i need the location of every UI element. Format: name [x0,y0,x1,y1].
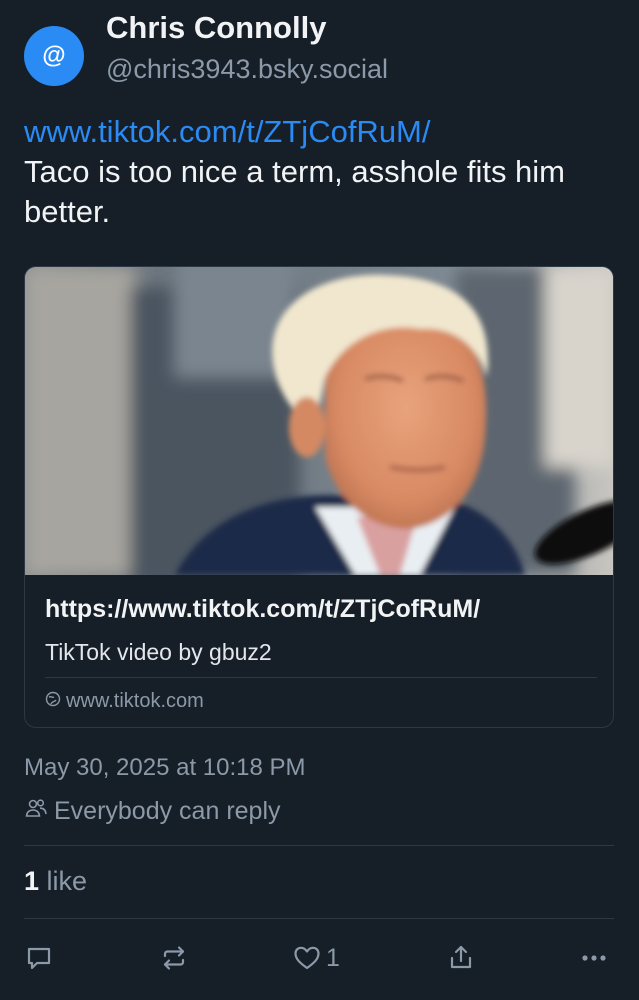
link-preview-card[interactable]: https://www.tiktok.com/t/ZTjCofRuM/ TikT… [24,266,614,728]
card-divider [45,677,597,678]
like-button[interactable]: 1 [292,936,340,980]
reply-button[interactable] [24,936,54,980]
at-sign-icon: @ [42,42,66,69]
divider [24,918,614,919]
share-icon [446,943,476,973]
more-options-button[interactable] [579,936,609,980]
post-body: Taco is too nice a term, asshole fits hi… [24,154,566,229]
divider [24,845,614,846]
reply-setting[interactable]: Everybody can reply [24,797,281,826]
likes-summary[interactable]: 1 like [24,866,87,897]
post-actions-bar: 1 [24,936,614,980]
like-label: like [46,866,88,896]
like-button-count: 1 [326,943,340,972]
heart-icon [292,943,322,973]
people-icon [24,797,48,826]
post-link[interactable]: www.tiktok.com/t/ZTjCofRuM/ [24,112,614,152]
card-description: TikTok video by gbuz2 [45,639,272,665]
post-text: www.tiktok.com/t/ZTjCofRuM/ Taco is too … [24,112,614,232]
avatar[interactable]: @ [24,26,84,86]
repost-button[interactable] [159,936,189,980]
reply-setting-label: Everybody can reply [54,797,281,825]
share-button[interactable] [446,936,476,980]
globe-icon [45,690,61,713]
author-display-name[interactable]: Chris Connolly [106,10,326,46]
post-timestamp[interactable]: May 30, 2025 at 10:18 PM [24,754,306,782]
card-thumbnail [25,267,613,575]
like-count: 1 [24,866,40,896]
reply-bubble-icon [24,943,54,973]
more-dots-icon [579,943,609,973]
card-title-url: https://www.tiktok.com/t/ZTjCofRuM/ [45,595,481,623]
repost-icon [159,943,189,973]
card-domain: www.tiktok.com [66,690,204,712]
post-header: @ Chris Connolly @chris3943.bsky.social [24,8,614,88]
card-domain-row: www.tiktok.com [45,690,204,713]
author-handle[interactable]: @chris3943.bsky.social [106,54,388,85]
